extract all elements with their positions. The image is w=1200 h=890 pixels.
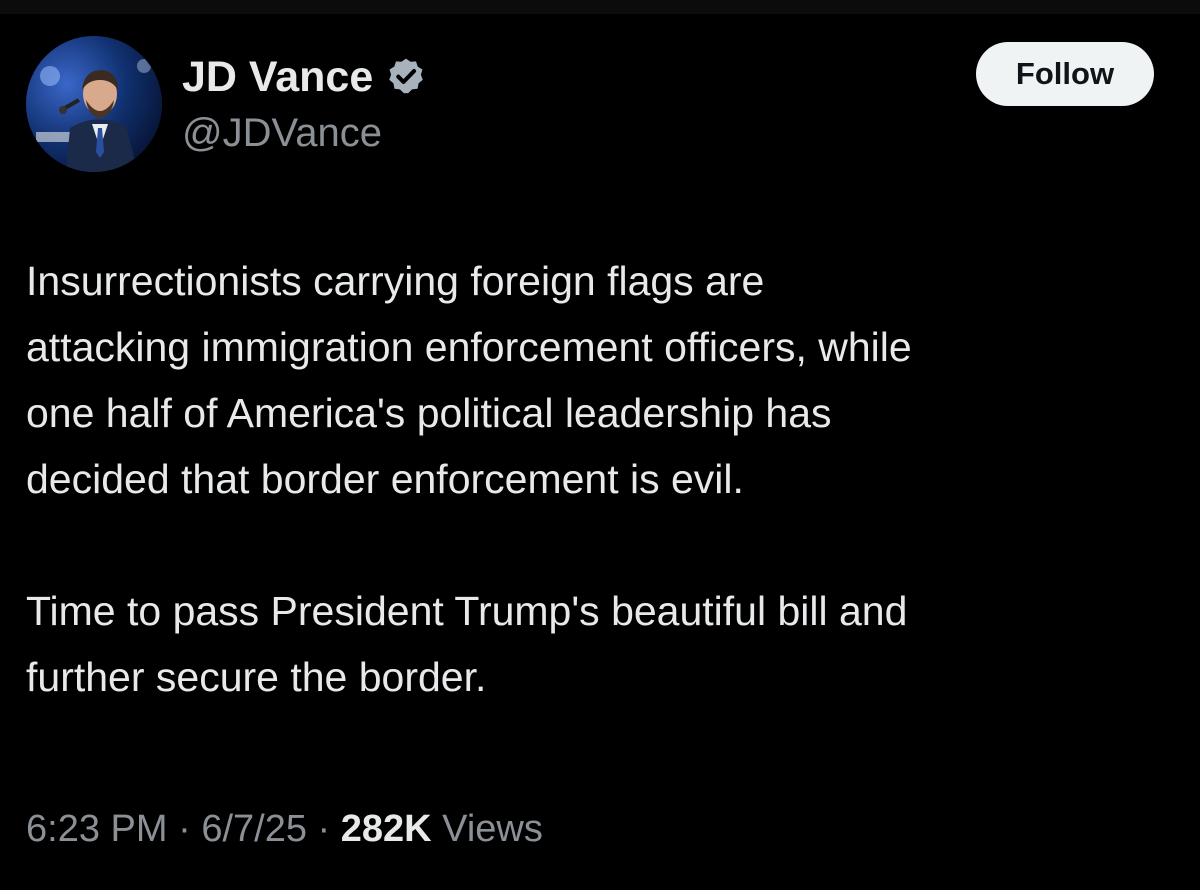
tweet-text: Insurrectionists carrying foreign flags … xyxy=(26,248,1186,710)
avatar[interactable] xyxy=(26,36,162,172)
author-handle[interactable]: @JDVance xyxy=(182,110,382,156)
author-name-text[interactable]: JD Vance xyxy=(182,52,373,102)
views-count[interactable]: 282K xyxy=(341,808,432,850)
verified-badge-icon xyxy=(385,56,427,98)
tweet-date[interactable]: 6/7/25 xyxy=(201,808,307,850)
meta-separator: · xyxy=(178,808,191,850)
tweet-card: JD Vance @JDVance Follow Insurrectionist… xyxy=(0,14,1200,890)
tweet-meta: 6:23 PM · 6/7/25 · 282K Views xyxy=(26,806,543,852)
views-label: Views xyxy=(442,808,543,850)
tweet-paragraph: Time to pass President Trump's beautiful… xyxy=(26,588,908,700)
tweet-time[interactable]: 6:23 PM xyxy=(26,808,168,850)
meta-separator: · xyxy=(317,808,331,850)
top-strip xyxy=(0,0,1200,14)
author-display-name[interactable]: JD Vance xyxy=(182,52,427,102)
tweet-paragraph: Insurrectionists carrying foreign flags … xyxy=(26,258,912,502)
follow-button[interactable]: Follow xyxy=(976,42,1154,106)
